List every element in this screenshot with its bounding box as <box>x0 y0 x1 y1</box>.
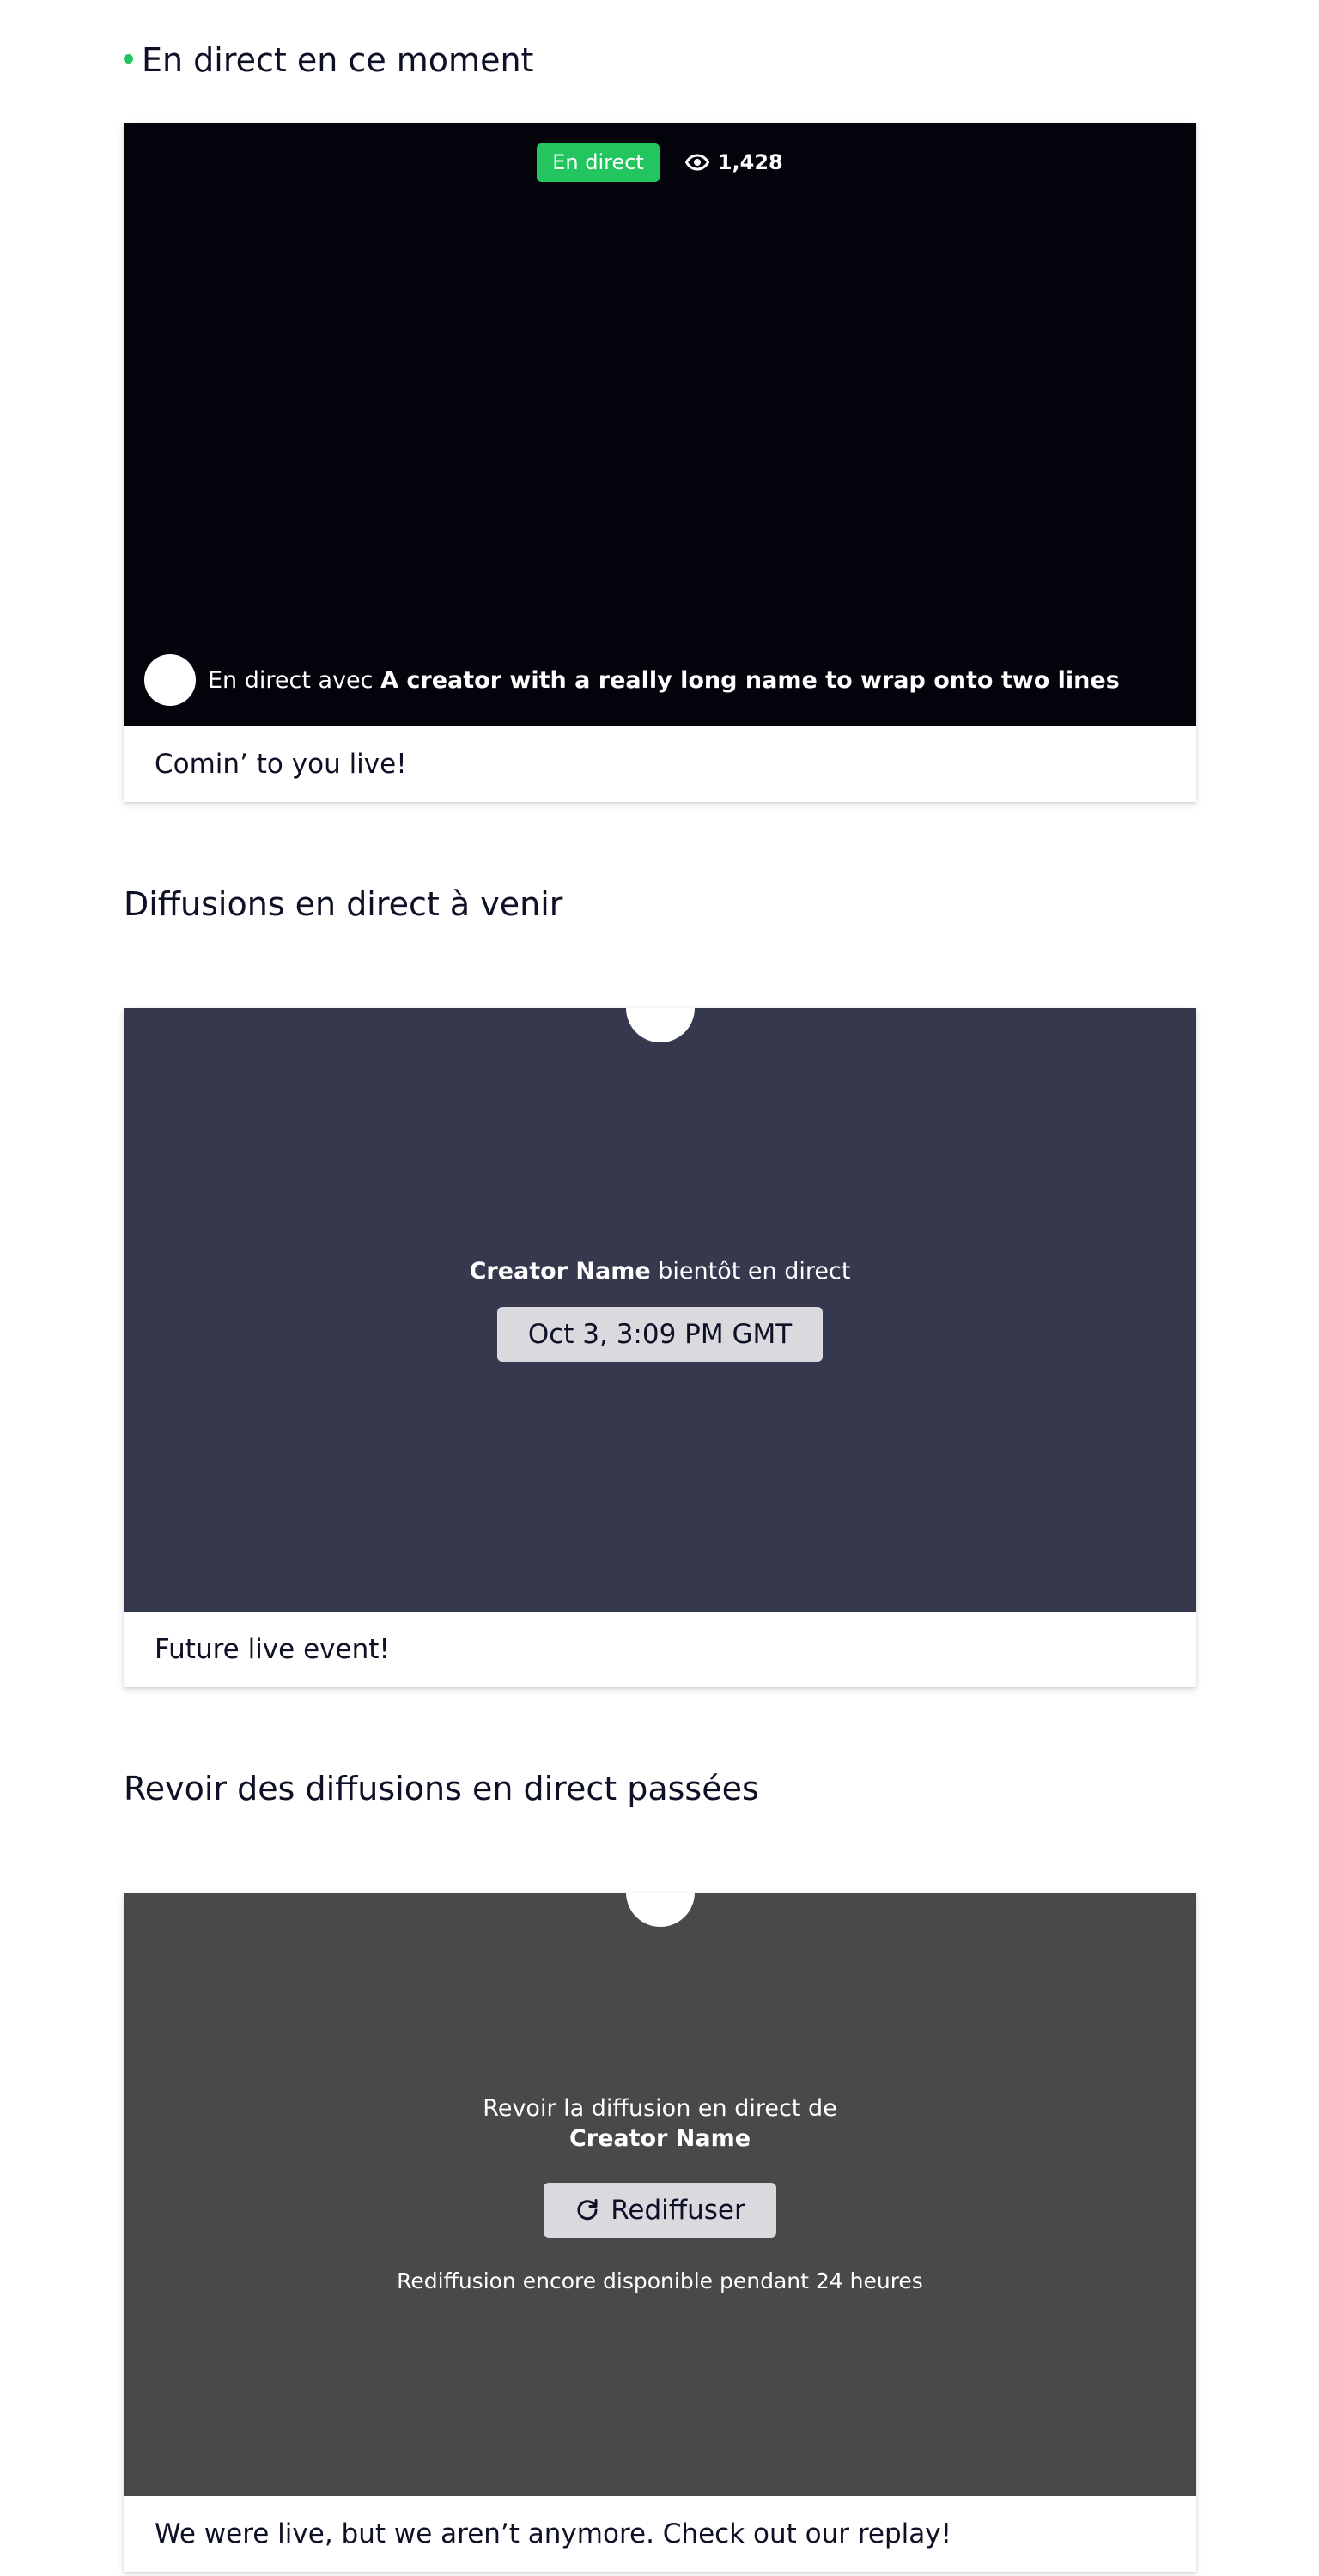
live-badge: En direct <box>537 143 660 182</box>
upcoming-video-placeholder: Creator Name bientôt en direct Oct 3, 3:… <box>124 1008 1196 1612</box>
replay-button-label: Rediffuser <box>611 2195 745 2226</box>
replay-intro: Revoir la diffusion en direct de <box>483 2095 837 2122</box>
live-indicator-dot <box>124 54 133 64</box>
replay-button[interactable]: Rediffuser <box>544 2183 776 2238</box>
upcoming-creator-name[interactable]: Creator Name <box>470 1258 651 1285</box>
refresh-icon <box>577 2199 598 2221</box>
past-caption: We were live, but we aren’t anymore. Che… <box>155 2518 952 2549</box>
past-creator-name[interactable]: Creator Name <box>569 2125 751 2152</box>
scheduled-time-pill: Oct 3, 3:09 PM GMT <box>496 1307 824 1362</box>
upcoming-caption: Future live event! <box>155 1634 390 1665</box>
live-creator-row: En direct avec A creator with a really l… <box>144 654 1120 706</box>
past-info: Revoir la diffusion en direct de Creator… <box>124 1893 1196 2496</box>
live-section-title: En direct en ce moment <box>124 41 533 81</box>
past-stream-card[interactable]: Revoir la diffusion en direct de Creator… <box>124 1893 1196 2572</box>
upcoming-status-line: Creator Name bientôt en direct <box>470 1258 851 1285</box>
viewer-count-value: 1,428 <box>717 150 783 175</box>
upcoming-status-text: bientôt en direct <box>658 1258 851 1285</box>
upcoming-info: Creator Name bientôt en direct Oct 3, 3:… <box>124 1008 1196 1612</box>
live-caption: Comin’ to you live! <box>155 749 407 780</box>
creator-avatar[interactable] <box>144 654 196 706</box>
page: En direct en ce moment En direct 1,428 E… <box>0 0 1319 2576</box>
viewer-count: 1,428 <box>684 150 783 175</box>
past-section-title: Revoir des diffusions en direct passées <box>124 1770 759 1807</box>
live-with-prefix: En direct avec <box>208 666 374 694</box>
upcoming-section-title: Diffusions en direct à venir <box>124 885 563 923</box>
replay-availability-note: Rediffusion encore disponible pendant 24… <box>397 2269 923 2293</box>
live-section-title-text: En direct en ce moment <box>142 41 534 79</box>
live-stream-card[interactable]: En direct 1,428 En direct avec A creator… <box>124 123 1196 802</box>
live-meta-bar: En direct 1,428 <box>124 143 1196 182</box>
eye-icon <box>684 154 709 171</box>
live-video-player[interactable]: En direct 1,428 En direct avec A creator… <box>124 123 1196 726</box>
live-creator-name[interactable]: A creator with a really long name to wra… <box>380 667 1120 694</box>
past-video-placeholder: Revoir la diffusion en direct de Creator… <box>124 1893 1196 2496</box>
live-creator-label: En direct avec A creator with a really l… <box>208 667 1120 694</box>
upcoming-stream-card[interactable]: Creator Name bientôt en direct Oct 3, 3:… <box>124 1008 1196 1687</box>
